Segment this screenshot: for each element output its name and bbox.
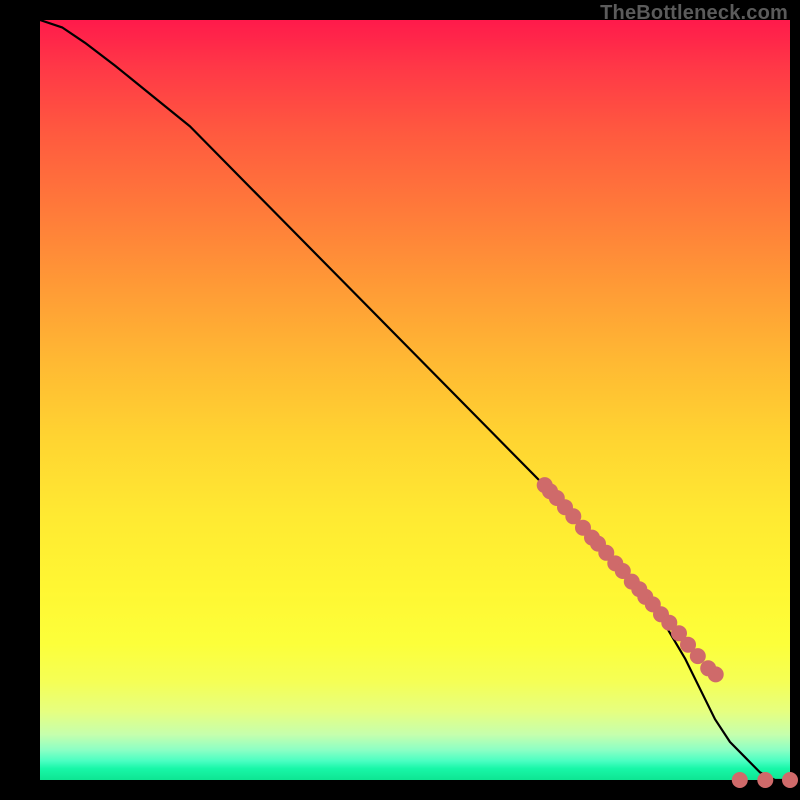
tail-dot xyxy=(732,773,747,788)
dotted-tail-group xyxy=(537,478,797,788)
tail-dot xyxy=(758,773,773,788)
plot-area xyxy=(40,20,790,780)
curve-line xyxy=(40,20,790,780)
tail-dot xyxy=(690,649,705,664)
tail-dot xyxy=(783,773,798,788)
chart-frame: TheBottleneck.com xyxy=(0,0,800,800)
tail-dot xyxy=(708,667,723,682)
chart-svg xyxy=(40,20,790,780)
